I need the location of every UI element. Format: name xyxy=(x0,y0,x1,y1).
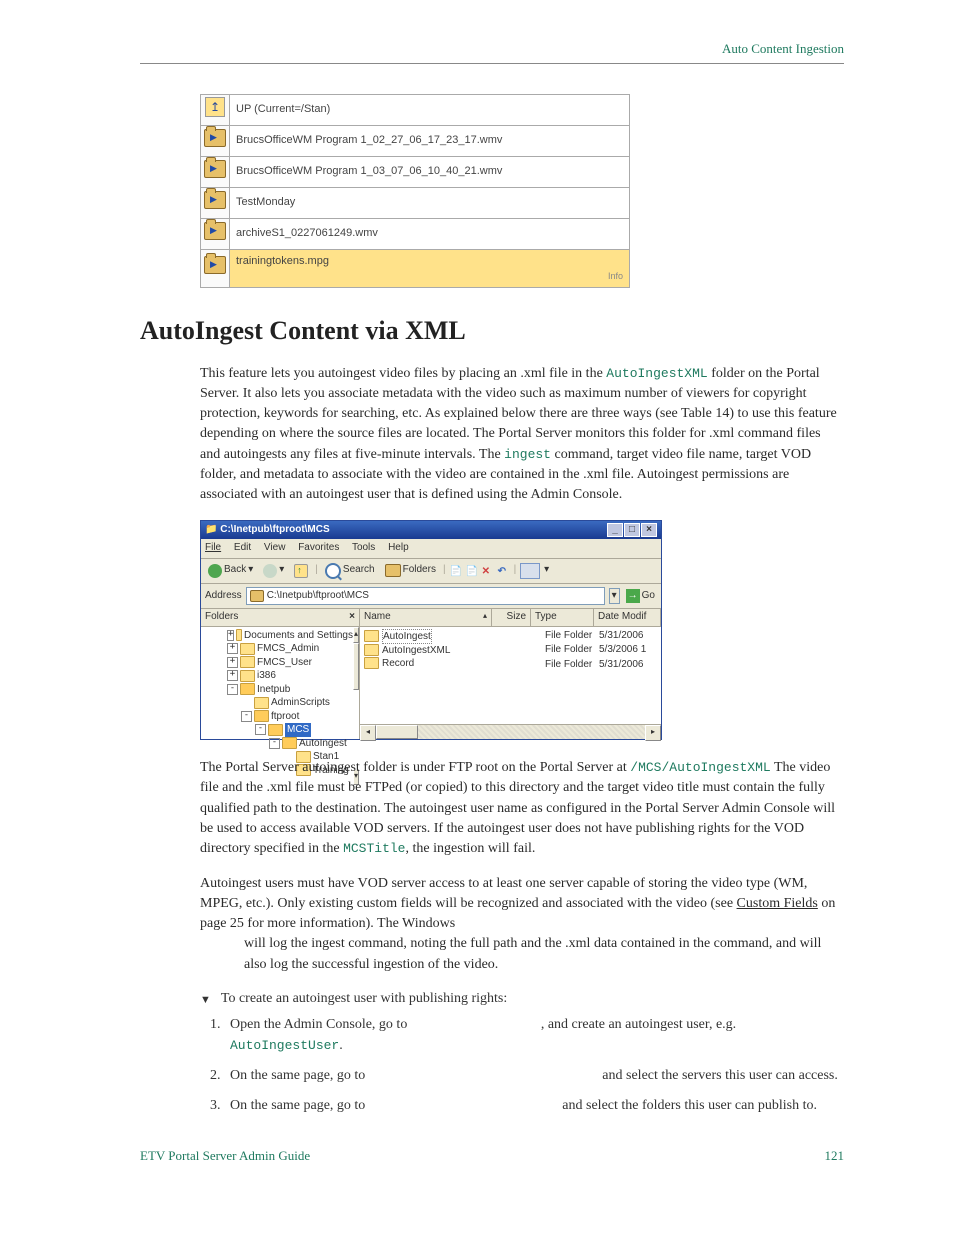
section-heading: AutoIngest Content via XML xyxy=(140,312,844,350)
search-icon xyxy=(325,563,341,579)
address-input[interactable]: C:\Inetpub\ftproot\MCS xyxy=(246,587,605,606)
code-path: /MCS/AutoIngestXML xyxy=(630,760,770,775)
paragraph-2: The Portal Server autoingest folder is u… xyxy=(200,758,844,859)
file-row-label: UP (Current=/Stan) xyxy=(230,94,630,125)
back-icon xyxy=(208,564,222,578)
list-header[interactable]: Name▴ Size Type Date Modif xyxy=(360,609,661,627)
close-icon[interactable]: × xyxy=(641,523,657,537)
folders-pane-close-icon[interactable]: × xyxy=(349,610,355,625)
col-size[interactable]: Size xyxy=(492,609,531,626)
folder-icon xyxy=(204,222,226,240)
folder-icon xyxy=(364,657,379,669)
horizontal-scrollbar[interactable]: ◂ ▸ xyxy=(360,724,661,739)
ftp-file-list: UP (Current=/Stan) BrucsOfficeWM Program… xyxy=(200,94,630,288)
folder-icon xyxy=(204,256,226,274)
file-row-label: BrucsOfficeWM Program 1_02_27_06_17_23_1… xyxy=(230,125,630,156)
explorer-toolbar: Back ▾ ▾ | Search Folders | 📄 📄 ✕ ↶ | ▾ xyxy=(201,559,661,584)
folders-pane-title: Folders xyxy=(205,610,238,625)
menu-view[interactable]: View xyxy=(264,542,286,553)
list-item[interactable]: AutoIngest xyxy=(364,629,515,644)
folder-icon xyxy=(250,590,264,602)
step-2: On the same page, go to and select the s… xyxy=(224,1066,844,1086)
window-controls: _□× xyxy=(606,523,657,538)
procedure-steps: Open the Admin Console, go to , and crea… xyxy=(200,1015,844,1116)
up-icon xyxy=(205,97,225,117)
file-list-pane: Name▴ Size Type Date Modif AutoIngest Au… xyxy=(360,609,661,739)
explorer-titlebar: 📁 C:\Inetpub\ftproot\MCS _□× xyxy=(201,521,661,540)
minimize-icon[interactable]: _ xyxy=(607,523,623,537)
up-button[interactable] xyxy=(291,563,311,579)
copyto-icon[interactable]: 📄 xyxy=(466,565,478,577)
code-ingest: ingest xyxy=(504,447,551,462)
go-button[interactable]: →Go xyxy=(624,588,657,605)
folder-tree[interactable]: +Documents and Settings +FMCS_Admin +FMC… xyxy=(201,627,353,780)
procedure: ▼ To create an autoingest user with publ… xyxy=(200,989,844,1116)
menu-file[interactable]: File xyxy=(205,542,221,553)
explorer-window: 📁 C:\Inetpub\ftproot\MCS _□× File Edit V… xyxy=(200,520,662,741)
forward-icon xyxy=(263,564,277,578)
explorer-menubar: File Edit View Favorites Tools Help xyxy=(201,539,661,559)
footer-page-number: 121 xyxy=(825,1147,845,1166)
menu-favorites[interactable]: Favorites xyxy=(298,542,339,553)
procedure-marker-icon: ▼ xyxy=(200,993,211,1009)
moveto-icon[interactable]: 📄 xyxy=(450,565,462,577)
folder-up-icon xyxy=(294,564,308,578)
page-footer: ETV Portal Server Admin Guide 121 xyxy=(140,1147,844,1166)
back-button[interactable]: Back ▾ xyxy=(205,562,256,579)
code-mcstitle: MCSTitle xyxy=(343,841,405,856)
go-icon: → xyxy=(626,589,640,603)
procedure-title: To create an autoingest user with publis… xyxy=(221,989,507,1009)
step-1: Open the Admin Console, go to , and crea… xyxy=(224,1015,844,1056)
paragraph-1: This feature lets you autoingest video f… xyxy=(200,364,844,506)
col-date[interactable]: Date Modif xyxy=(594,609,661,626)
paragraph-3: Autoingest users must have VOD server ac… xyxy=(200,874,844,975)
footer-title: ETV Portal Server Admin Guide xyxy=(140,1147,310,1166)
folder-icon xyxy=(204,129,226,147)
menu-help[interactable]: Help xyxy=(388,542,409,553)
folders-pane: Folders × +Documents and Settings +FMCS_… xyxy=(201,609,360,739)
search-button[interactable]: Search xyxy=(322,562,378,580)
folder-icon xyxy=(364,644,379,656)
scroll-left-icon[interactable]: ◂ xyxy=(360,725,376,741)
views-button[interactable] xyxy=(520,563,540,579)
explorer-title: 📁 C:\Inetpub\ftproot\MCS xyxy=(205,523,330,538)
folder-icon xyxy=(204,191,226,209)
menu-edit[interactable]: Edit xyxy=(234,542,251,553)
scroll-up-icon[interactable]: ▴ xyxy=(353,627,359,643)
list-item[interactable]: AutoIngestXML xyxy=(364,644,515,657)
file-row-label: archiveS1_0227061249.wmv xyxy=(230,218,630,249)
file-row-label: trainingtokens.mpg Info xyxy=(230,249,630,287)
col-type[interactable]: Type xyxy=(531,609,594,626)
code-autoingestuser: AutoIngestUser xyxy=(230,1038,339,1053)
delete-icon[interactable]: ✕ xyxy=(482,565,494,577)
list-body[interactable]: AutoIngest AutoIngestXML Record File Fol… xyxy=(360,627,661,725)
col-name[interactable]: Name▴ xyxy=(360,609,492,626)
file-row-label: BrucsOfficeWM Program 1_03_07_06_10_40_2… xyxy=(230,156,630,187)
folders-icon xyxy=(385,564,401,577)
folders-button[interactable]: Folders xyxy=(382,562,439,579)
address-dropdown[interactable]: ▾ xyxy=(609,588,620,605)
sort-asc-icon: ▴ xyxy=(483,610,487,622)
address-label: Address xyxy=(205,589,242,604)
folder-icon xyxy=(364,630,379,642)
maximize-icon[interactable]: □ xyxy=(624,523,640,537)
undo-icon[interactable]: ↶ xyxy=(498,565,510,577)
forward-button[interactable]: ▾ xyxy=(260,562,287,579)
file-row-label: TestMonday xyxy=(230,187,630,218)
list-item[interactable]: Record xyxy=(364,657,515,670)
menu-tools[interactable]: Tools xyxy=(352,542,375,553)
scroll-right-icon[interactable]: ▸ xyxy=(645,725,661,741)
folder-icon xyxy=(204,160,226,178)
tree-scrollbar[interactable]: ▴ ▾ xyxy=(353,627,359,780)
explorer-addressbar: Address C:\Inetpub\ftproot\MCS ▾ →Go xyxy=(201,584,661,610)
header-rule xyxy=(140,63,844,64)
file-row-info: Info xyxy=(236,270,623,283)
link-custom-fields[interactable]: Custom Fields xyxy=(737,896,818,911)
step-3: On the same page, go to and select the f… xyxy=(224,1096,844,1116)
code-autoingestxml: AutoIngestXML xyxy=(606,366,707,381)
page-header-section: Auto Content Ingestion xyxy=(140,40,844,59)
